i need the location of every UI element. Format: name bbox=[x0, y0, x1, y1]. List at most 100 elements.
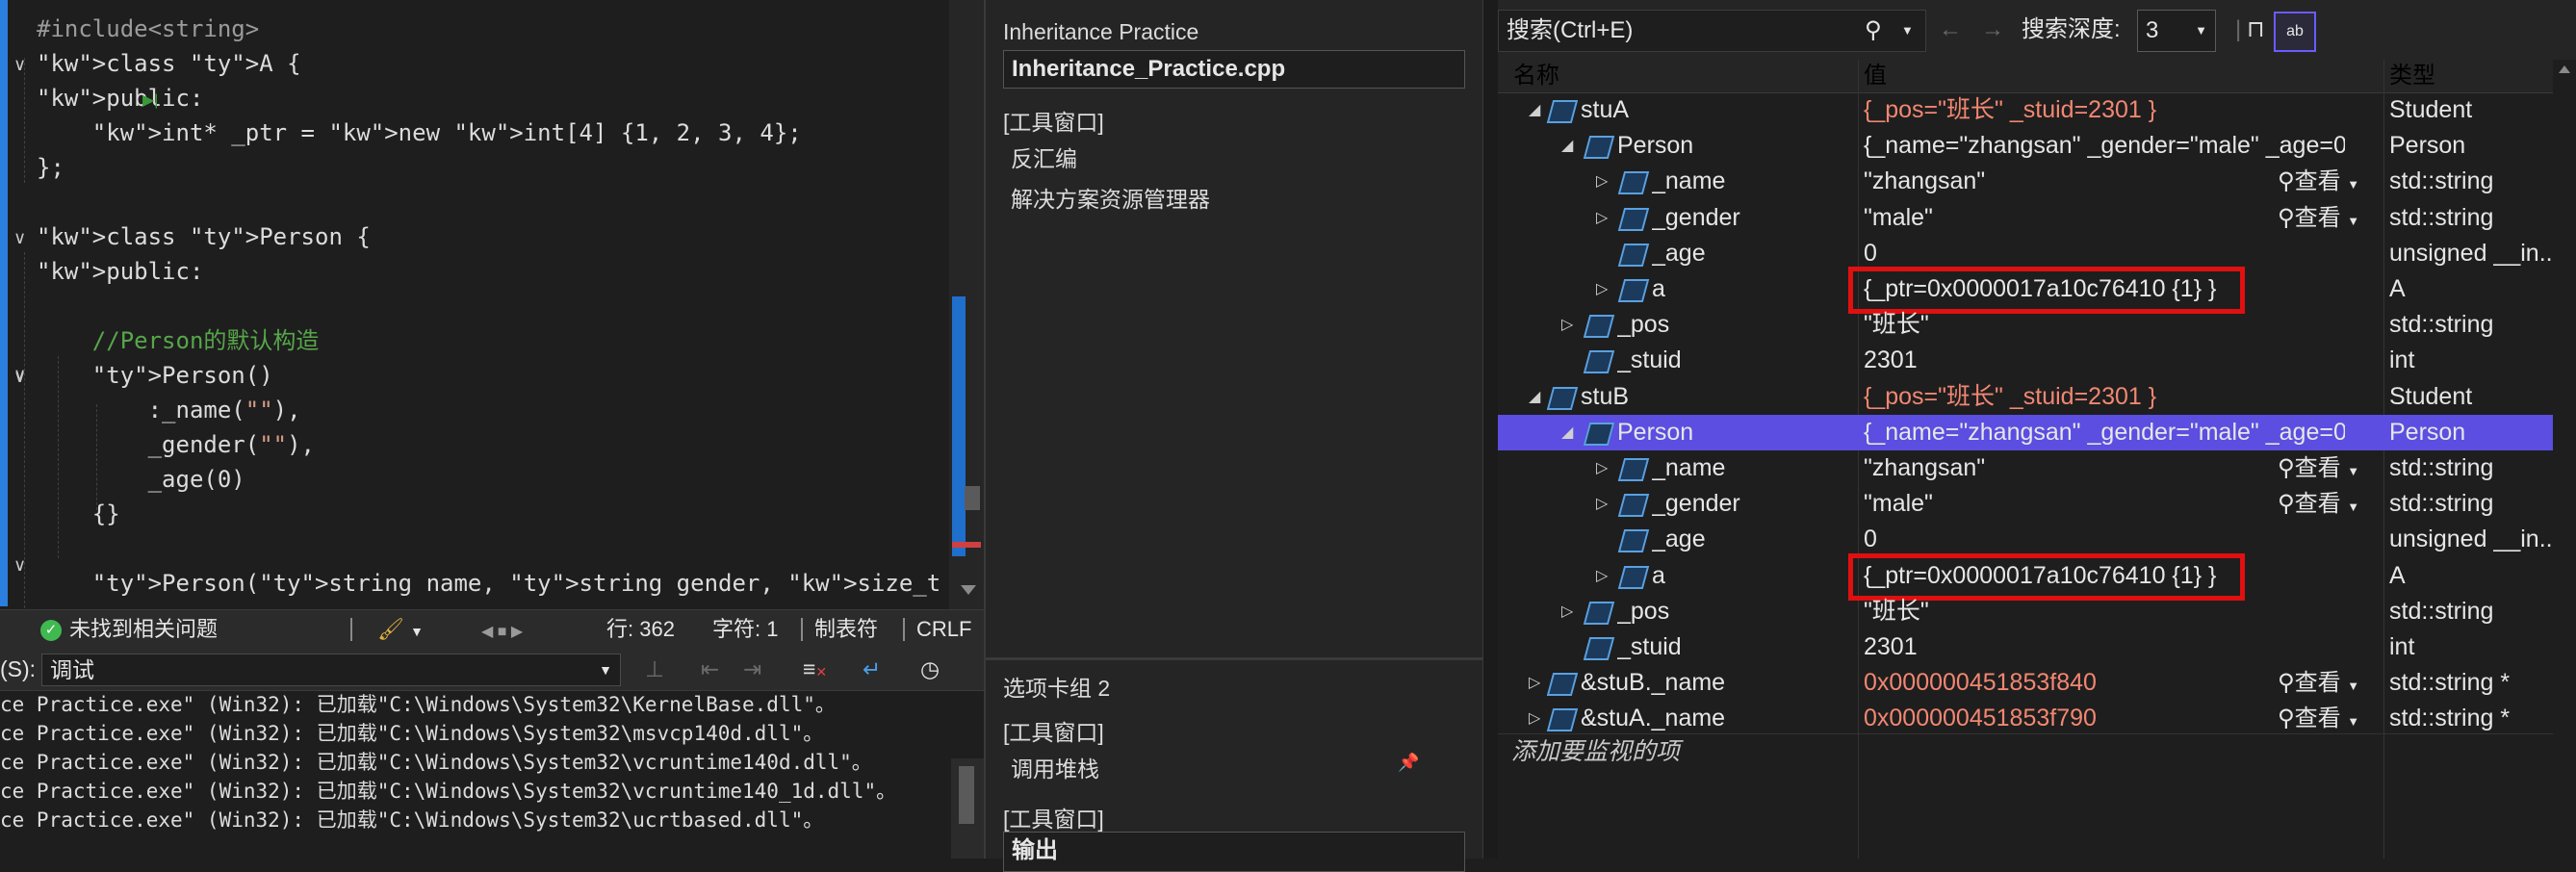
search-depth-select[interactable]: 3 ▼ bbox=[2137, 10, 2216, 52]
visualizer-button[interactable]: ⚲查看 ▼ bbox=[2278, 486, 2359, 522]
scroll-down-arrow-icon[interactable] bbox=[961, 585, 976, 595]
watch-row[interactable]: ▷ _name "zhangsan" ⚲查看 ▼ std::string bbox=[1498, 450, 2553, 486]
watch-row[interactable]: ▷ _pos "班长" std::string bbox=[1498, 594, 2553, 629]
watch-search-input[interactable]: 搜索(Ctrl+E) ⚲ ▼ bbox=[1498, 10, 1926, 52]
nav-arrows[interactable]: ◀ ■ ▶ bbox=[481, 610, 523, 649]
panel-divider[interactable] bbox=[1482, 0, 1499, 859]
visualizer-button[interactable]: ⚲查看 ▼ bbox=[2278, 164, 2359, 199]
brush-icon[interactable]: 🖌 ▼ bbox=[377, 610, 424, 649]
pin-icon[interactable]: 📌 bbox=[1398, 753, 1419, 773]
watch-value[interactable]: {_name="zhangsan" _gender="male" _age=0 … bbox=[1864, 128, 2345, 164]
fold-chevron-icon[interactable]: ∨ bbox=[13, 366, 31, 383]
forward-arrow-icon[interactable]: → bbox=[1981, 10, 2004, 50]
scroll-thumb[interactable] bbox=[965, 486, 980, 510]
watch-value[interactable]: {_pos="班长" _stuid=2301 } bbox=[1864, 379, 2345, 415]
watch-row[interactable]: ▷ &stuB._name 0x000000451853f840 "zhangsan… bbox=[1498, 665, 2553, 701]
watch-value[interactable]: {_pos="班长" _stuid=2301 } bbox=[1864, 92, 2345, 128]
collapse-arrow-icon[interactable]: ◢ bbox=[1529, 379, 1540, 415]
watch-row[interactable]: ◢ Person {_name="zhangsan" _gender="male" … bbox=[1498, 128, 2553, 164]
watch-value[interactable]: 2301 bbox=[1864, 629, 2345, 665]
active-file-item[interactable]: Inheritance_Practice.cpp bbox=[1003, 50, 1465, 89]
watch-value[interactable]: {_name="zhangsan" _gender="male" _age=0 … bbox=[1864, 415, 2345, 450]
visualizer-button[interactable]: ⚲查看 ▼ bbox=[2278, 665, 2359, 701]
format-icon[interactable]: ab bbox=[2274, 12, 2316, 52]
expand-arrow-icon[interactable]: ▷ bbox=[1529, 665, 1540, 701]
code-line[interactable]: }; bbox=[37, 150, 64, 186]
tool-item-disassembly[interactable]: 反汇编 bbox=[1011, 141, 1077, 173]
watch-row[interactable]: ▷ _gender "male" ⚲查看 ▼ std::string bbox=[1498, 200, 2553, 236]
output-source-select[interactable]: 调试 ▼ bbox=[41, 654, 621, 686]
column-value-header[interactable]: 值 bbox=[1864, 60, 1887, 92]
watch-value[interactable]: "班长" bbox=[1864, 594, 2345, 629]
find-message-icon[interactable]: ⊥ bbox=[645, 654, 664, 684]
word-wrap-icon[interactable]: ↵ bbox=[863, 654, 881, 684]
expand-arrow-icon[interactable]: ▷ bbox=[1596, 486, 1608, 522]
watch-row[interactable]: _stuid 2301 int bbox=[1498, 343, 2553, 378]
code-line[interactable]: "ty">Person("ty">string name, "ty">strin… bbox=[37, 566, 984, 602]
expand-arrow-icon[interactable]: ▷ bbox=[1561, 594, 1573, 629]
code-line[interactable]: {} bbox=[37, 497, 120, 532]
code-line[interactable]: :_name(""), bbox=[37, 393, 301, 428]
expand-arrow-icon[interactable]: ▷ bbox=[1596, 164, 1608, 199]
expand-arrow-icon[interactable]: ▷ bbox=[1529, 701, 1540, 736]
collapse-arrow-icon[interactable]: ◢ bbox=[1561, 415, 1573, 450]
watch-row[interactable]: ▷ &stuA._name 0x000000451853f790 "zhangsan… bbox=[1498, 701, 2553, 736]
char-indicator[interactable]: 字符: 1 bbox=[712, 610, 778, 649]
watch-value[interactable]: "zhangsan" bbox=[1864, 164, 2102, 199]
run-marker-icon[interactable]: ▶| bbox=[142, 90, 158, 110]
watch-value[interactable]: "班长" bbox=[1864, 307, 2345, 343]
code-line[interactable]: "kw">public: bbox=[37, 254, 203, 290]
watch-value[interactable]: "male" bbox=[1864, 200, 2102, 236]
watch-row[interactable]: _age 0 unsigned __in... bbox=[1498, 522, 2559, 557]
output-scrollbar[interactable] bbox=[951, 758, 984, 859]
watch-row[interactable]: ▷ _pos "班长" std::string bbox=[1498, 307, 2553, 343]
back-arrow-icon[interactable]: ← bbox=[1939, 10, 1962, 50]
watch-value[interactable]: "zhangsan" bbox=[1864, 450, 2102, 486]
column-type-header[interactable]: 类型 bbox=[2389, 60, 2435, 92]
code-line[interactable]: "ty">Person() bbox=[37, 358, 273, 394]
expand-arrow-icon[interactable]: ▷ bbox=[1596, 200, 1608, 236]
watch-row[interactable]: ◢ stuB {_pos="班长" _stuid=2301 } Student bbox=[1498, 379, 2553, 415]
watch-value[interactable]: 0x000000451853f840 "zhangsan" bbox=[1864, 665, 2102, 701]
visualizer-button[interactable]: ⚲查看 ▼ bbox=[2278, 450, 2359, 486]
code-line[interactable]: //Person的默认构造 bbox=[37, 323, 320, 359]
watch-row[interactable]: ◢ stuA {_pos="班长" _stuid=2301 } Student bbox=[1498, 92, 2553, 128]
code-line[interactable]: #include<string> bbox=[37, 12, 259, 47]
code-line[interactable]: "kw">class "ty">Person { bbox=[37, 219, 371, 255]
code-editor[interactable]: #include<string> "kw">class "ty">A { ∨ "kw"… bbox=[0, 0, 984, 609]
code-line[interactable]: _gender(""), bbox=[37, 427, 315, 463]
fold-chevron-icon[interactable]: ∨ bbox=[13, 56, 31, 73]
tool-item-call-stack[interactable]: 调用堆栈 bbox=[1011, 751, 1099, 783]
code-line[interactable]: "kw">public: bbox=[37, 81, 203, 116]
line-indicator[interactable]: 行: 362 bbox=[606, 610, 675, 649]
expand-arrow-icon[interactable]: ▷ bbox=[1596, 558, 1608, 594]
watch-row[interactable]: ▷ _name "zhangsan" ⚲查看 ▼ std::string bbox=[1498, 164, 2553, 199]
search-icon[interactable]: ⚲ bbox=[1865, 11, 1882, 51]
watch-scrollbar[interactable] bbox=[2553, 60, 2576, 859]
expand-arrow-icon[interactable]: ▷ bbox=[1596, 450, 1608, 486]
next-message-icon[interactable]: ⇥ bbox=[743, 654, 761, 684]
visualizer-button[interactable]: ⚲查看 ▼ bbox=[2278, 701, 2359, 736]
issues-indicator[interactable]: ✓ 未找到相关问题 bbox=[40, 610, 218, 649]
watch-value[interactable]: 2301 bbox=[1864, 343, 2345, 378]
watch-row[interactable]: ▷ _gender "male" ⚲查看 ▼ std::string bbox=[1498, 486, 2553, 522]
visualizer-button[interactable]: ⚲查看 ▼ bbox=[2278, 200, 2359, 236]
expand-arrow-icon[interactable]: ▷ bbox=[1561, 307, 1573, 343]
collapse-arrow-icon[interactable]: ◢ bbox=[1561, 128, 1573, 164]
expand-arrow-icon[interactable]: ▷ bbox=[1596, 271, 1608, 307]
watch-value[interactable]: "male" bbox=[1864, 486, 2102, 522]
code-line[interactable]: "kw">int* _ptr = "kw">new "kw">int[4] {1… bbox=[37, 115, 802, 151]
watch-row[interactable]: ◢ Person {_name="zhangsan" _gender="male" … bbox=[1498, 415, 2553, 450]
add-watch-row[interactable]: 添加要监视的项 bbox=[1498, 733, 2553, 770]
fold-chevron-icon[interactable]: ∨ bbox=[13, 556, 31, 574]
code-line[interactable]: _age(0) bbox=[37, 462, 245, 498]
tool-item-solution-explorer[interactable]: 解决方案资源管理器 bbox=[1011, 181, 1210, 214]
column-name-header[interactable]: 名称 bbox=[1513, 60, 1559, 92]
clear-all-icon[interactable]: ≡✕ bbox=[803, 654, 827, 687]
code-line[interactable]: "kw">class "ty">A { bbox=[37, 46, 301, 82]
watch-value[interactable]: 0x000000451853f790 "zhangsan" bbox=[1864, 701, 2102, 736]
chevron-down-icon[interactable]: ▼ bbox=[1901, 11, 1914, 51]
watch-value[interactable]: 0 bbox=[1864, 522, 2345, 557]
eol-indicator[interactable]: CRLF bbox=[916, 610, 971, 649]
clock-icon[interactable]: ◷ bbox=[920, 654, 940, 684]
